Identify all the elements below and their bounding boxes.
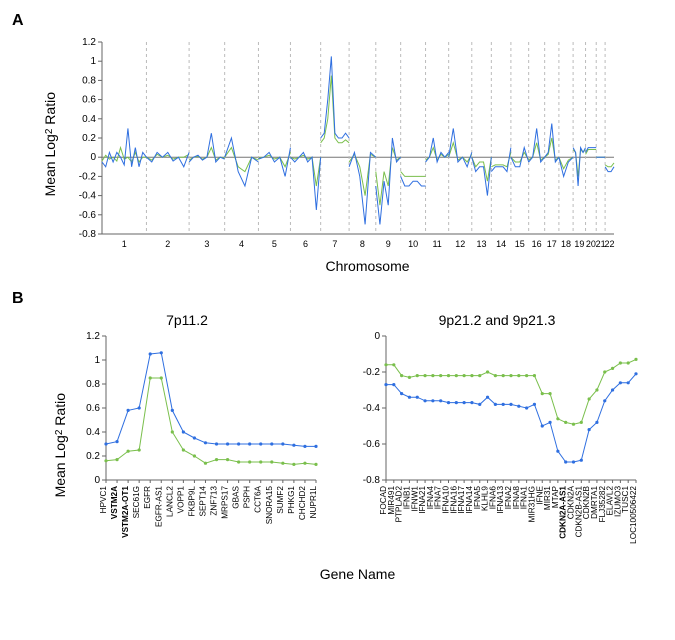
svg-text:CCT6A: CCT6A [254,485,263,512]
svg-text:PHKG1: PHKG1 [287,486,296,514]
svg-text:VOPP1: VOPP1 [176,486,185,514]
svg-text:7: 7 [332,239,337,249]
svg-text:HPVC1: HPVC1 [99,486,108,514]
panel-b2-container: 9p21.2 and 9p21.3 -0.8-0.6-0.4-0.20FOCAD… [352,312,642,560]
svg-text:14: 14 [496,239,506,249]
panel-b-xlabel: Gene Name [52,566,663,582]
svg-text:8: 8 [360,239,365,249]
svg-text:-0.6: -0.6 [79,210,97,221]
svg-text:EGFR-AS1: EGFR-AS1 [154,486,163,527]
svg-text:17: 17 [547,239,557,249]
svg-text:ZNF713: ZNF713 [210,486,219,516]
panel-b1-title: 7p11.2 [52,312,322,328]
panel-b2-title: 9p21.2 and 9p21.3 [352,312,642,328]
panel-b-ylabel: Mean Log2 Ratio [52,393,68,497]
svg-text:0: 0 [90,152,96,163]
panel-b2-svg: -0.8-0.6-0.4-0.20FOCADMIR491PTPLAD2IFNB1… [352,330,642,560]
svg-text:-0.2: -0.2 [79,171,97,182]
svg-text:2: 2 [165,239,170,249]
svg-text:SNORA15: SNORA15 [265,486,274,525]
svg-text:13: 13 [477,239,487,249]
svg-text:PSPH: PSPH [243,486,252,508]
svg-text:3: 3 [204,239,209,249]
svg-text:0.8: 0.8 [82,75,96,86]
svg-text:NUPR1L: NUPR1L [309,486,318,519]
svg-text:22: 22 [605,239,615,249]
svg-text:1.2: 1.2 [82,37,96,48]
svg-text:4: 4 [239,239,244,249]
svg-text:11: 11 [432,239,441,249]
svg-text:GBAS: GBAS [232,485,241,508]
panel-a-xlabel: Chromosome [72,258,663,274]
svg-text:-0.6: -0.6 [363,439,381,450]
panel-a-ylabel: Mean Log2 Ratio [42,92,58,196]
svg-text:0.8: 0.8 [86,379,100,390]
svg-text:18: 18 [561,239,571,249]
svg-text:FKBP9L: FKBP9L [187,486,196,517]
svg-text:1: 1 [90,56,96,67]
svg-text:-0.8: -0.8 [363,475,381,486]
panel-b1-svg: 00.20.40.60.811.2HPVC1VSTM2AVSTM2A-OT1SE… [72,330,322,560]
svg-text:1: 1 [122,239,127,249]
svg-text:0.2: 0.2 [86,451,100,462]
svg-text:VSTM2A: VSTM2A [110,486,119,519]
svg-text:-0.8: -0.8 [79,229,97,240]
panel-b1-container: 7p11.2 Mean Log2 Ratio 0 0.2 0.4 0.6 0.8 1 1.2… [52,312,322,560]
panel-a-svg: -0.8-0.6-0.4-0.200.20.40.60.811.21234567… [62,34,622,254]
svg-text:VSTM2A-OT1: VSTM2A-OT1 [121,486,130,538]
svg-text:-0.4: -0.4 [363,403,381,414]
svg-text:MRPS17: MRPS17 [221,486,230,519]
svg-text:LANCL2: LANCL2 [165,486,174,517]
svg-text:15: 15 [515,239,525,249]
svg-text:5: 5 [272,239,277,249]
svg-text:0.6: 0.6 [82,95,96,106]
svg-text:10: 10 [408,239,418,249]
panel-b-row: 7p11.2 Mean Log2 Ratio 0 0.2 0.4 0.6 0.8 1 1.2… [52,312,663,560]
svg-text:EGFR: EGFR [143,486,152,509]
svg-text:19: 19 [574,239,584,249]
svg-text:SUMF2: SUMF2 [276,486,285,514]
svg-text:0.6: 0.6 [86,403,100,414]
svg-text:6: 6 [303,239,308,249]
svg-text:SEPT14: SEPT14 [198,486,207,517]
svg-text:0.4: 0.4 [82,114,96,125]
svg-text:20: 20 [586,239,596,249]
svg-text:0: 0 [94,475,100,486]
svg-text:16: 16 [532,239,542,249]
panel-b-label: B [12,290,663,308]
svg-text:0.2: 0.2 [82,133,96,144]
svg-text:1: 1 [94,355,100,366]
svg-text:9: 9 [386,239,391,249]
svg-text:12: 12 [455,239,465,249]
panel-a-label: A [12,12,663,30]
svg-text:CHCHD2: CHCHD2 [298,486,307,521]
svg-text:SEC61G: SEC61G [132,486,141,518]
svg-text:0.4: 0.4 [86,427,100,438]
panel-a-chart: Mean Log2 Ratio -0.8 -0.6 -0.4 -0.2 0 0.2 0.4 0… [42,34,663,254]
svg-text:1.2: 1.2 [86,331,100,342]
svg-text:-0.4: -0.4 [79,191,97,202]
svg-text:-0.2: -0.2 [363,367,381,378]
svg-text:LOC100506422: LOC100506422 [629,486,638,544]
svg-text:0: 0 [374,331,380,342]
